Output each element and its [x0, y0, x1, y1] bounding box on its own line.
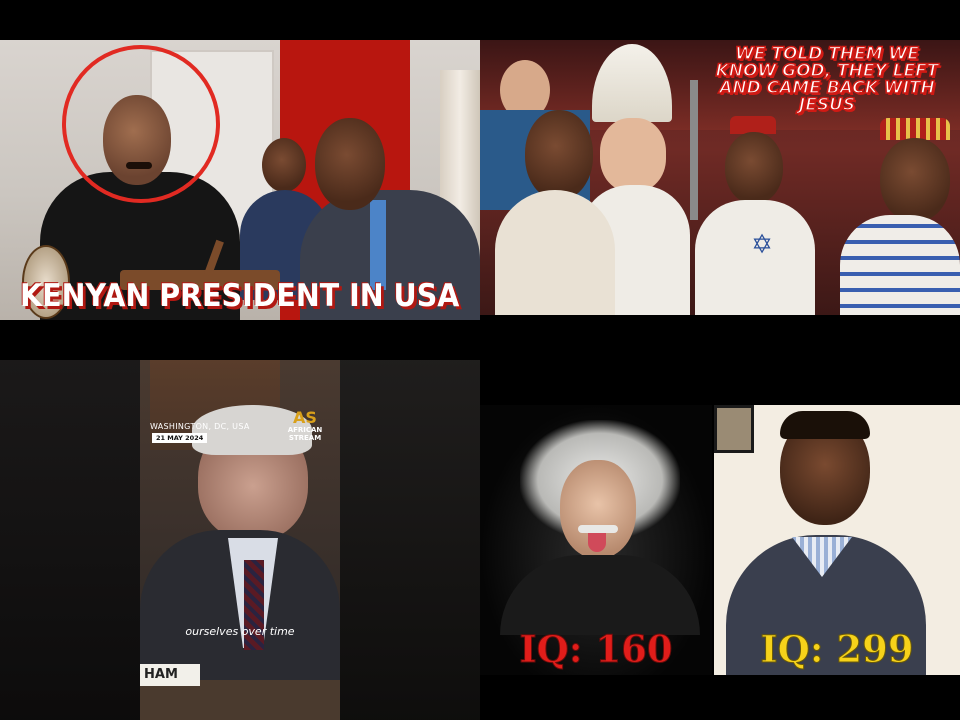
location-label: WASHINGTON, DC, USA: [150, 422, 250, 431]
nameplate: HAM: [140, 664, 200, 686]
man-right-head: [880, 138, 950, 222]
video-thumbnail-iq-comparison[interactable]: IQ: 160 IQ: 299: [480, 405, 960, 675]
tongue: [588, 530, 606, 552]
thumbnail-title: KENYAN PRESIDENT IN USA: [20, 278, 460, 314]
menorah-icon: ✡: [751, 230, 773, 260]
video-thumbnail-senate-hearing[interactable]: WASHINGTON, DC, USA 21 MAY 2024 AS AFRIC…: [0, 360, 480, 720]
prayer-shawl: [840, 215, 960, 315]
blurred-side-left: [0, 360, 140, 720]
blurred-side-right: [340, 360, 480, 720]
subtitle-text: ourselves over time: [185, 625, 295, 638]
iq-label-left: IQ: 160: [519, 627, 673, 672]
man-left-head: [525, 110, 593, 200]
thumbnail-caption: WE TOLD THEM WE KNOW GOD, THEY LEFT AND …: [715, 44, 939, 115]
logo-mark: AS: [293, 408, 317, 427]
boy-hair: [780, 411, 870, 439]
iq-label-right: IQ: 299: [760, 627, 914, 672]
man-left-shirt: [495, 190, 615, 315]
man-right-head: [315, 118, 385, 210]
pope-head: [600, 118, 666, 192]
picture-frame: [714, 405, 754, 453]
blue-tie: [370, 200, 386, 290]
logo-text: AFRICAN STREAM: [287, 426, 323, 442]
video-thumbnail-we-know-god[interactable]: ✡ WE TOLD THEM WE KNOW GOD, THEY LEFT AN…: [480, 40, 960, 315]
crozier-staff: [690, 80, 698, 220]
einstein-mustache: [578, 525, 618, 533]
guest-head: [262, 138, 306, 192]
channel-logo: AS AFRICAN STREAM: [280, 408, 330, 443]
highlight-circle: [62, 45, 220, 203]
patterned-cap: [880, 118, 950, 140]
video-thumbnail-kenyan-president[interactable]: KENYAN PRESIDENT IN USA: [0, 40, 480, 320]
date-badge: 21 MAY 2024: [152, 433, 208, 443]
desk: [140, 680, 340, 720]
man-middle-head: [725, 132, 783, 204]
